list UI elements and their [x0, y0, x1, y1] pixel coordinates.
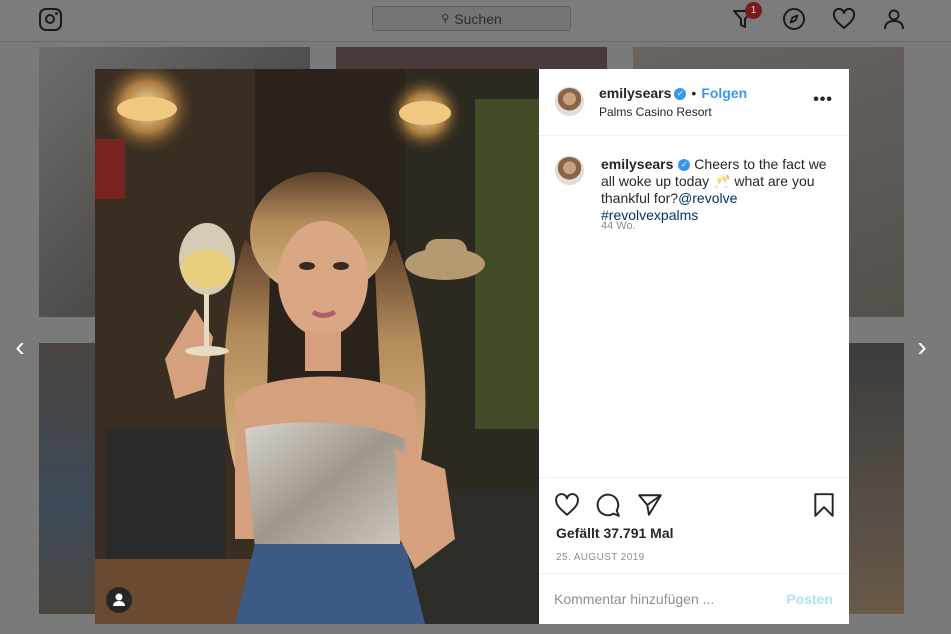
verified-badge-icon: ✓: [678, 159, 691, 172]
more-options-icon[interactable]: •••: [813, 91, 833, 109]
caption-username[interactable]: emilysears: [601, 156, 673, 172]
comment-avatar[interactable]: [555, 156, 584, 185]
search-placeholder: Suchen: [454, 10, 502, 27]
grid-tile[interactable]: [336, 47, 607, 69]
share-icon[interactable]: [637, 492, 663, 518]
caption: emilysears ✓ Cheers to the fact we all wo…: [601, 156, 837, 224]
verified-badge-icon: ✓: [674, 88, 687, 101]
post-photo[interactable]: [95, 69, 539, 624]
post-panel: emilysears ✓ • Folgen Palms Casino Resort •…: [539, 69, 849, 624]
search-icon: ⚲: [441, 13, 450, 25]
grid-tile[interactable]: [849, 343, 904, 614]
compass-icon[interactable]: [782, 7, 806, 31]
mention-link[interactable]: @revolve: [678, 190, 737, 206]
post-date: 25. AUGUST 2019: [556, 552, 645, 563]
notification-badge: 1: [745, 2, 762, 19]
post-comment-button[interactable]: Posten: [786, 591, 833, 607]
comment-bubble-icon[interactable]: [595, 492, 621, 518]
previous-arrow-icon[interactable]: ‹: [8, 333, 32, 361]
next-arrow-icon[interactable]: ›: [910, 333, 934, 361]
save-bookmark-icon[interactable]: [811, 492, 837, 518]
comment-input[interactable]: [554, 587, 774, 611]
location-link[interactable]: Palms Casino Resort: [599, 105, 712, 119]
top-nav: ⚲ Suchen 1: [0, 0, 951, 42]
post-username[interactable]: emilysears: [599, 85, 671, 101]
separator-dot: •: [691, 85, 697, 101]
search-input[interactable]: ⚲ Suchen: [372, 6, 571, 31]
header-line: emilysears ✓ • Folgen: [599, 85, 747, 101]
heart-icon[interactable]: [832, 7, 856, 31]
tagged-user-icon[interactable]: [106, 587, 132, 613]
instagram-logo-icon[interactable]: [39, 8, 62, 31]
caption-age: 44 Wo.: [601, 220, 636, 232]
avatar[interactable]: [555, 87, 584, 116]
profile-icon[interactable]: [882, 7, 906, 31]
likes-count[interactable]: Gefällt 37.791 Mal: [556, 525, 674, 541]
like-heart-icon[interactable]: [554, 492, 580, 518]
actions-area: Gefällt 37.791 Mal 25. AUGUST 2019: [539, 477, 849, 571]
grid-tile[interactable]: [39, 343, 95, 614]
comment-bar: Posten: [539, 573, 849, 624]
post-header: emilysears ✓ • Folgen Palms Casino Resort •…: [539, 69, 849, 136]
post-image: [95, 69, 539, 624]
follow-button[interactable]: Folgen: [701, 85, 747, 101]
